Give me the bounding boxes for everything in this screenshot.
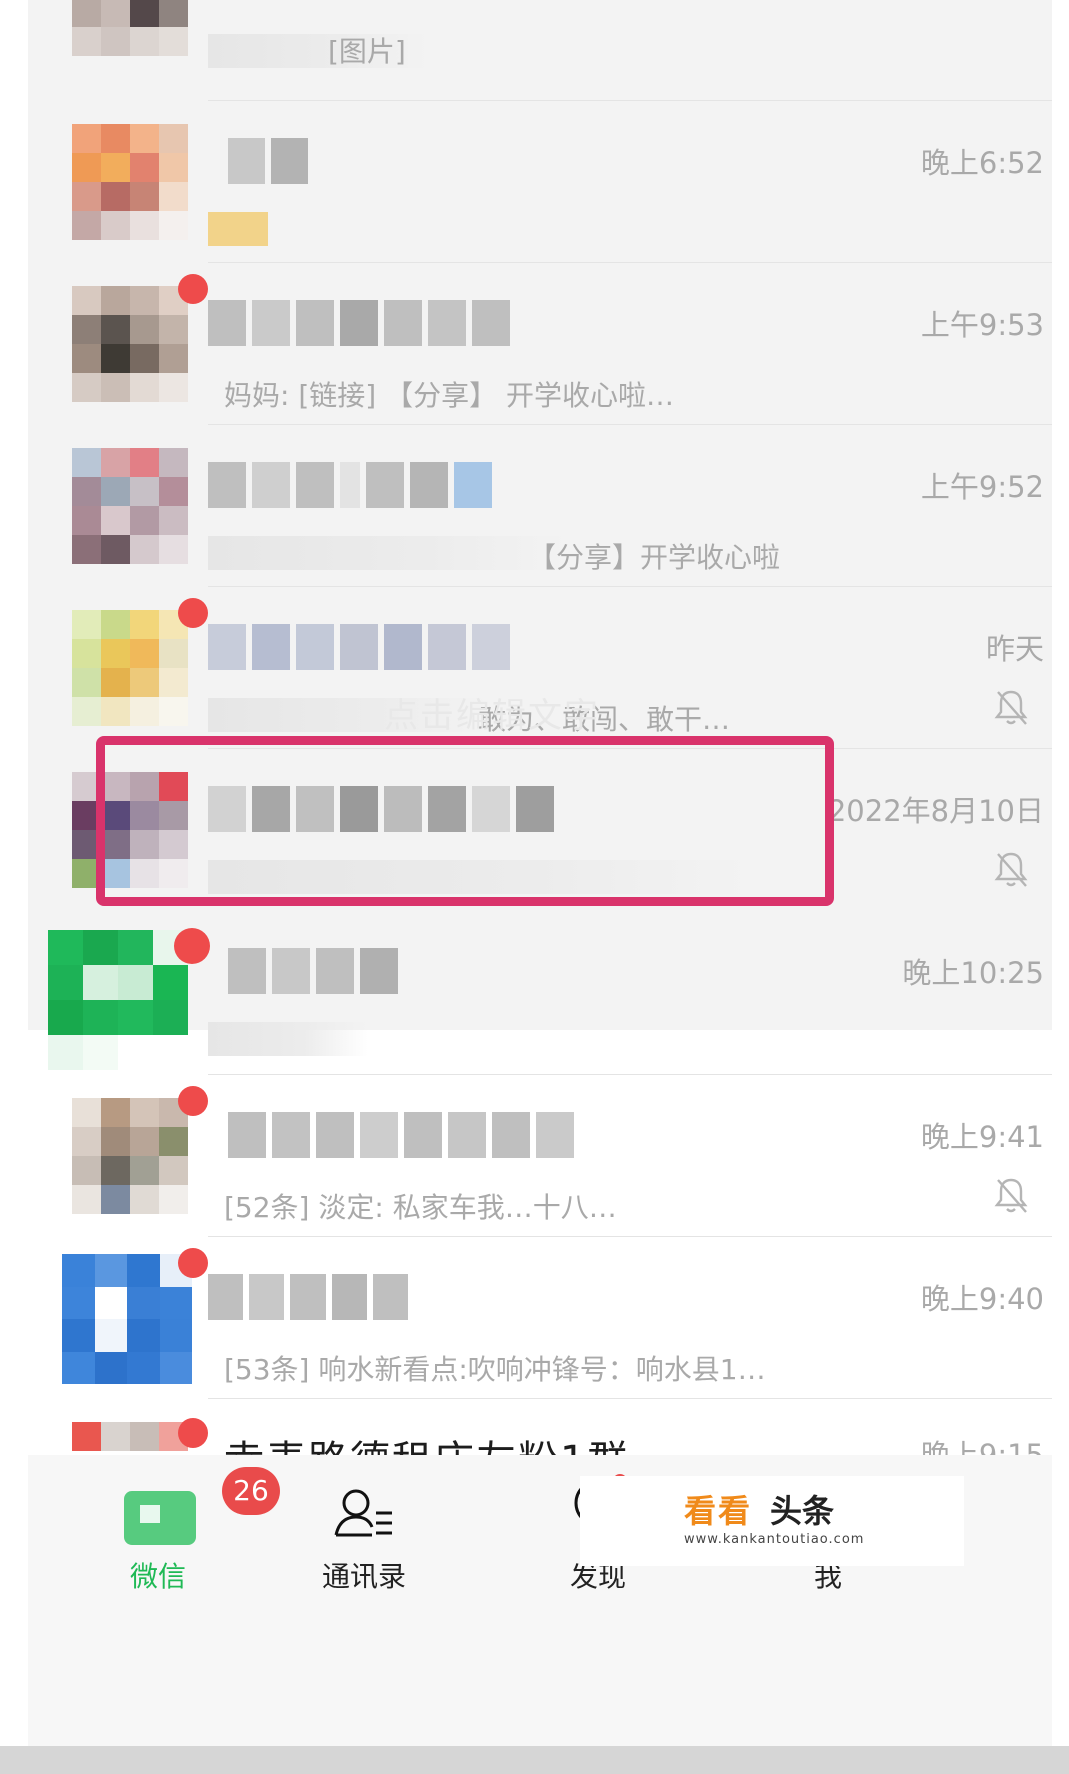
chat-time: 上午9:52 <box>920 470 1044 504</box>
unread-dot <box>174 928 210 964</box>
bottom-edge <box>0 1746 1069 1774</box>
chat-time: 2022年8月10日 <box>827 794 1044 828</box>
mute-bell-icon <box>994 852 1028 887</box>
chat-preview: [图片] <box>328 35 406 68</box>
chat-row[interactable]: 晚上9:41 [52条] 淡定: 私家车我…十八… <box>28 1074 1052 1258</box>
chat-preview: [52条] 淡定: 私家车我…十八… <box>224 1191 617 1224</box>
chat-time: 上午9:53 <box>920 308 1044 342</box>
unread-dot <box>178 1418 208 1448</box>
contacts-icon <box>334 1489 392 1537</box>
avatar <box>72 610 188 726</box>
unread-dot <box>178 274 208 304</box>
chat-row[interactable]: 上午9:52 【分享】开学收心啦 <box>28 424 1052 608</box>
blurred-title <box>208 462 628 510</box>
chat-row[interactable]: 上午9:53 妈妈: [链接] 【分享】 开学收心啦… <box>28 262 1052 446</box>
edit-text-overlay: 点击编辑文字 <box>384 696 600 736</box>
unread-dot <box>178 1248 208 1278</box>
blurred-title <box>208 300 628 348</box>
blurred-title <box>208 624 628 672</box>
chat-row[interactable]: 晚上6:52 <box>28 100 1052 284</box>
chat-time: 晚上9:40 <box>920 1282 1044 1316</box>
chat-row[interactable]: 晚上9:40 [53条] 响水新看点:吹响冲锋号：响水县1… <box>28 1236 1052 1420</box>
chat-preview: [53条] 响水新看点:吹响冲锋号：响水县1… <box>224 1353 766 1386</box>
avatar <box>48 930 188 1070</box>
avatar <box>72 124 188 240</box>
chat-row[interactable]: 幸麦路德租床友粉1群 晚上9:15 <box>28 1398 1052 1455</box>
tab-label: 通讯录 <box>321 1560 406 1593</box>
watermark-brand: 看看 <box>684 1492 753 1530</box>
mute-bell-icon <box>994 1178 1028 1213</box>
blurred-title <box>208 1274 409 1322</box>
blurred-preview <box>208 212 268 246</box>
chat-time: 晚上9:15 <box>920 1438 1044 1455</box>
chat-time: 昨天 <box>985 632 1044 666</box>
avatar <box>72 448 188 564</box>
blurred-title <box>228 948 648 996</box>
unread-count-badge: 26 <box>222 1467 280 1515</box>
chat-title: 幸麦路德租床友粉1群 <box>224 1428 629 1455</box>
chat-list-page: [图片] 晚上6:52 上午9:53 妈妈: [链接] 【分享】 开学收心啦… <box>28 0 1052 1774</box>
chat-row[interactable]: [图片] <box>28 0 1052 100</box>
blurred-preview <box>208 536 568 570</box>
avatar <box>72 1422 188 1455</box>
unread-dot <box>178 1086 208 1116</box>
chat-time: 晚上6:52 <box>920 146 1044 180</box>
chat-bubble-icon <box>124 1491 196 1545</box>
chat-preview: 【分享】开学收心啦 <box>528 541 781 574</box>
chat-row[interactable]: 晚上10:25 <box>28 910 1052 1094</box>
blurred-title <box>228 1112 648 1160</box>
avatar <box>62 1254 192 1384</box>
mute-bell-icon <box>994 690 1028 725</box>
blurred-preview <box>208 1022 368 1056</box>
watermark-brand-suffix: 头条 <box>770 1492 835 1530</box>
watermark-url: www.kankantoutiao.com <box>684 1532 865 1547</box>
avatar <box>72 0 188 56</box>
unread-dot <box>178 598 208 628</box>
avatar <box>72 286 188 402</box>
chat-time: 晚上10:25 <box>902 956 1044 990</box>
blurred-title <box>228 138 308 186</box>
chat-preview: 妈妈: [链接] 【分享】 开学收心啦… <box>224 379 674 412</box>
watermark-logo: 看看 头条 www.kankantoutiao.com <box>580 1476 964 1566</box>
chat-time: 晚上9:41 <box>920 1120 1044 1154</box>
avatar <box>72 1098 188 1214</box>
highlight-box <box>96 736 834 906</box>
tab-label: 微信 <box>129 1560 186 1593</box>
